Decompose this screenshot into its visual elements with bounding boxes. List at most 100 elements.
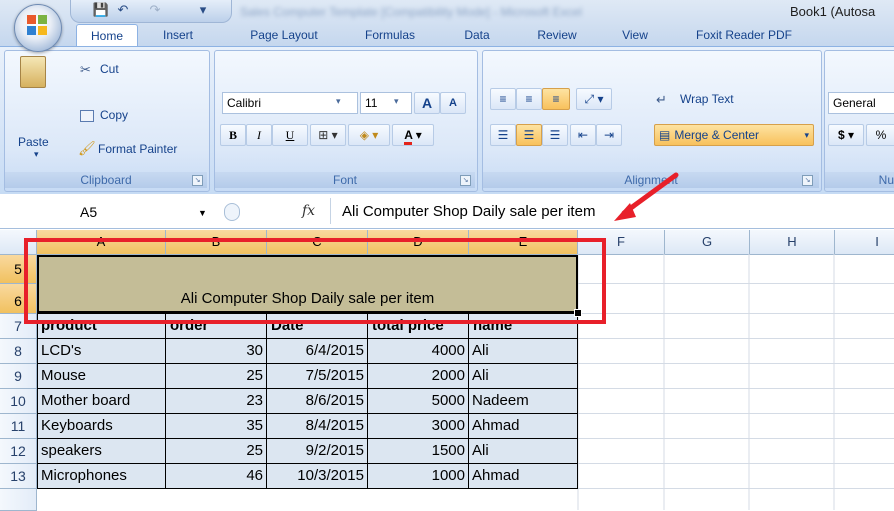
row-header-10[interactable]: 10 — [0, 389, 37, 414]
table-cell[interactable]: 5000 — [368, 389, 465, 413]
alignment-launcher-icon[interactable]: ↘ — [802, 175, 813, 186]
table-cell[interactable]: Nadeem — [472, 389, 576, 413]
table-cell[interactable]: Mother board — [41, 389, 165, 413]
tab-page-layout[interactable]: Page Layout — [236, 24, 332, 46]
column-header-i[interactable]: I — [835, 230, 894, 254]
annotation-arrow — [614, 172, 679, 221]
merge-dropdown-icon[interactable]: ▾ — [804, 125, 813, 145]
currency-button[interactable]: $ ▾ — [828, 124, 864, 146]
merge-center-label: Merge & Center — [674, 128, 760, 142]
workbook-title: Book1 (Autosa — [790, 4, 876, 19]
align-left-icon[interactable]: ☰ — [490, 124, 516, 146]
table-cell[interactable]: 8/6/2015 — [267, 389, 364, 413]
table-cell[interactable]: 8/4/2015 — [267, 414, 364, 438]
table-cell[interactable]: 7/5/2015 — [267, 364, 364, 388]
table-cell[interactable]: 30 — [166, 339, 263, 363]
tab-insert[interactable]: Insert — [150, 24, 206, 46]
align-center-icon[interactable]: ☰ — [516, 124, 542, 146]
table-cell[interactable]: 35 — [166, 414, 263, 438]
tab-review[interactable]: Review — [528, 24, 586, 46]
merge-center-button[interactable]: ▤ Merge & Center ▾ — [654, 124, 814, 146]
align-right-icon[interactable]: ☰ — [542, 124, 568, 146]
undo-icon[interactable]: ↶ — [114, 2, 132, 18]
formula-bar-expand-icon[interactable] — [224, 203, 240, 221]
font-size-dropdown-icon[interactable]: ▾ — [394, 96, 399, 107]
table-cell[interactable]: Mouse — [41, 364, 165, 388]
paste-icon[interactable] — [20, 56, 46, 88]
table-cell[interactable]: 9/2/2015 — [267, 439, 364, 463]
fill-color-icon[interactable]: ◈ ▾ — [348, 124, 390, 146]
tab-data[interactable]: Data — [455, 24, 499, 46]
table-cell[interactable]: Ali — [472, 339, 576, 363]
table-cell[interactable]: 10/3/2015 — [267, 464, 364, 488]
table-cell[interactable]: 25 — [166, 439, 263, 463]
table-cell[interactable]: 23 — [166, 389, 263, 413]
shrink-font-button[interactable]: A — [440, 92, 466, 114]
borders-icon[interactable]: ⊞ ▾ — [310, 124, 346, 146]
format-painter-button[interactable]: Format Painter — [98, 142, 177, 156]
table-cell[interactable]: Ahmad — [472, 414, 576, 438]
name-box[interactable] — [2, 200, 214, 224]
table-cell[interactable]: Ali — [472, 439, 576, 463]
redo-icon[interactable]: ↷ — [146, 2, 164, 18]
cut-button[interactable]: Cut — [100, 62, 119, 76]
copy-icon — [80, 110, 94, 122]
wrap-text-button[interactable]: Wrap Text — [680, 92, 734, 106]
bold-button[interactable]: B — [220, 124, 246, 146]
row-header-13[interactable]: 13 — [0, 464, 37, 489]
table-cell[interactable]: Keyboards — [41, 414, 165, 438]
percent-button[interactable]: % — [866, 124, 894, 146]
align-middle-icon[interactable]: ≡ — [516, 88, 542, 110]
number-format-box[interactable]: General — [828, 92, 894, 114]
decrease-indent-icon[interactable]: ⇤ — [570, 124, 596, 146]
table-cell[interactable]: 46 — [166, 464, 263, 488]
font-color-button[interactable]: A ▾ — [392, 124, 434, 146]
row-header-11[interactable]: 11 — [0, 414, 37, 439]
font-name-dropdown-icon[interactable]: ▾ — [336, 96, 341, 107]
customize-qat-icon[interactable]: ▾ — [196, 2, 210, 18]
table-cell[interactable]: 3000 — [368, 414, 465, 438]
table-cell[interactable]: LCD's — [41, 339, 165, 363]
tab-home[interactable]: Home — [76, 24, 138, 47]
paste-button[interactable]: Paste — [18, 135, 49, 149]
table-cell[interactable]: Microphones — [41, 464, 165, 488]
table-cell[interactable]: 4000 — [368, 339, 465, 363]
tab-formulas[interactable]: Formulas — [352, 24, 428, 46]
font-size-box[interactable]: 11 — [360, 92, 412, 114]
row-header-9[interactable]: 9 — [0, 364, 37, 389]
table-cell[interactable]: Ali — [472, 364, 576, 388]
save-icon[interactable]: 💾 — [92, 2, 110, 18]
name-box-dropdown-icon[interactable]: ▼ — [198, 208, 207, 218]
row-header-12[interactable]: 12 — [0, 439, 37, 464]
merge-center-icon: ▤ — [659, 128, 671, 142]
table-cell[interactable]: 6/4/2015 — [267, 339, 364, 363]
row-header-14[interactable] — [0, 489, 37, 511]
table-cell[interactable]: speakers — [41, 439, 165, 463]
italic-button[interactable]: I — [246, 124, 272, 146]
font-launcher-icon[interactable]: ↘ — [460, 175, 471, 186]
formula-input[interactable]: Ali Computer Shop Daily sale per item — [342, 203, 595, 220]
tab-view[interactable]: View — [612, 24, 658, 46]
name-box-value[interactable]: A5 — [80, 204, 97, 220]
table-cell[interactable]: 2000 — [368, 364, 465, 388]
tab-foxit-reader-pdf[interactable]: Foxit Reader PDF — [684, 24, 804, 46]
orientation-icon[interactable]: ⤢ ▾ — [576, 88, 612, 110]
column-header-h[interactable]: H — [750, 230, 835, 254]
table-cell[interactable]: 1000 — [368, 464, 465, 488]
clipboard-launcher-icon[interactable]: ↘ — [192, 175, 203, 186]
table-cell[interactable]: Ahmad — [472, 464, 576, 488]
table-cell[interactable]: 25 — [166, 364, 263, 388]
currency-glyph: $ — [837, 128, 845, 142]
grow-font-button[interactable]: A — [414, 92, 440, 114]
copy-button[interactable]: Copy — [100, 108, 128, 122]
underline-button[interactable]: U — [272, 124, 308, 146]
align-bottom-icon[interactable]: ≡ — [542, 88, 570, 110]
insert-function-icon[interactable]: fx — [302, 203, 315, 219]
increase-indent-icon[interactable]: ⇥ — [596, 124, 622, 146]
table-cell[interactable]: 1500 — [368, 439, 465, 463]
column-header-g[interactable]: G — [665, 230, 750, 254]
align-top-icon[interactable]: ≡ — [490, 88, 516, 110]
paste-dropdown-icon[interactable]: ▾ — [34, 149, 39, 160]
row-header-8[interactable]: 8 — [0, 339, 37, 364]
office-logo-icon — [27, 15, 47, 35]
